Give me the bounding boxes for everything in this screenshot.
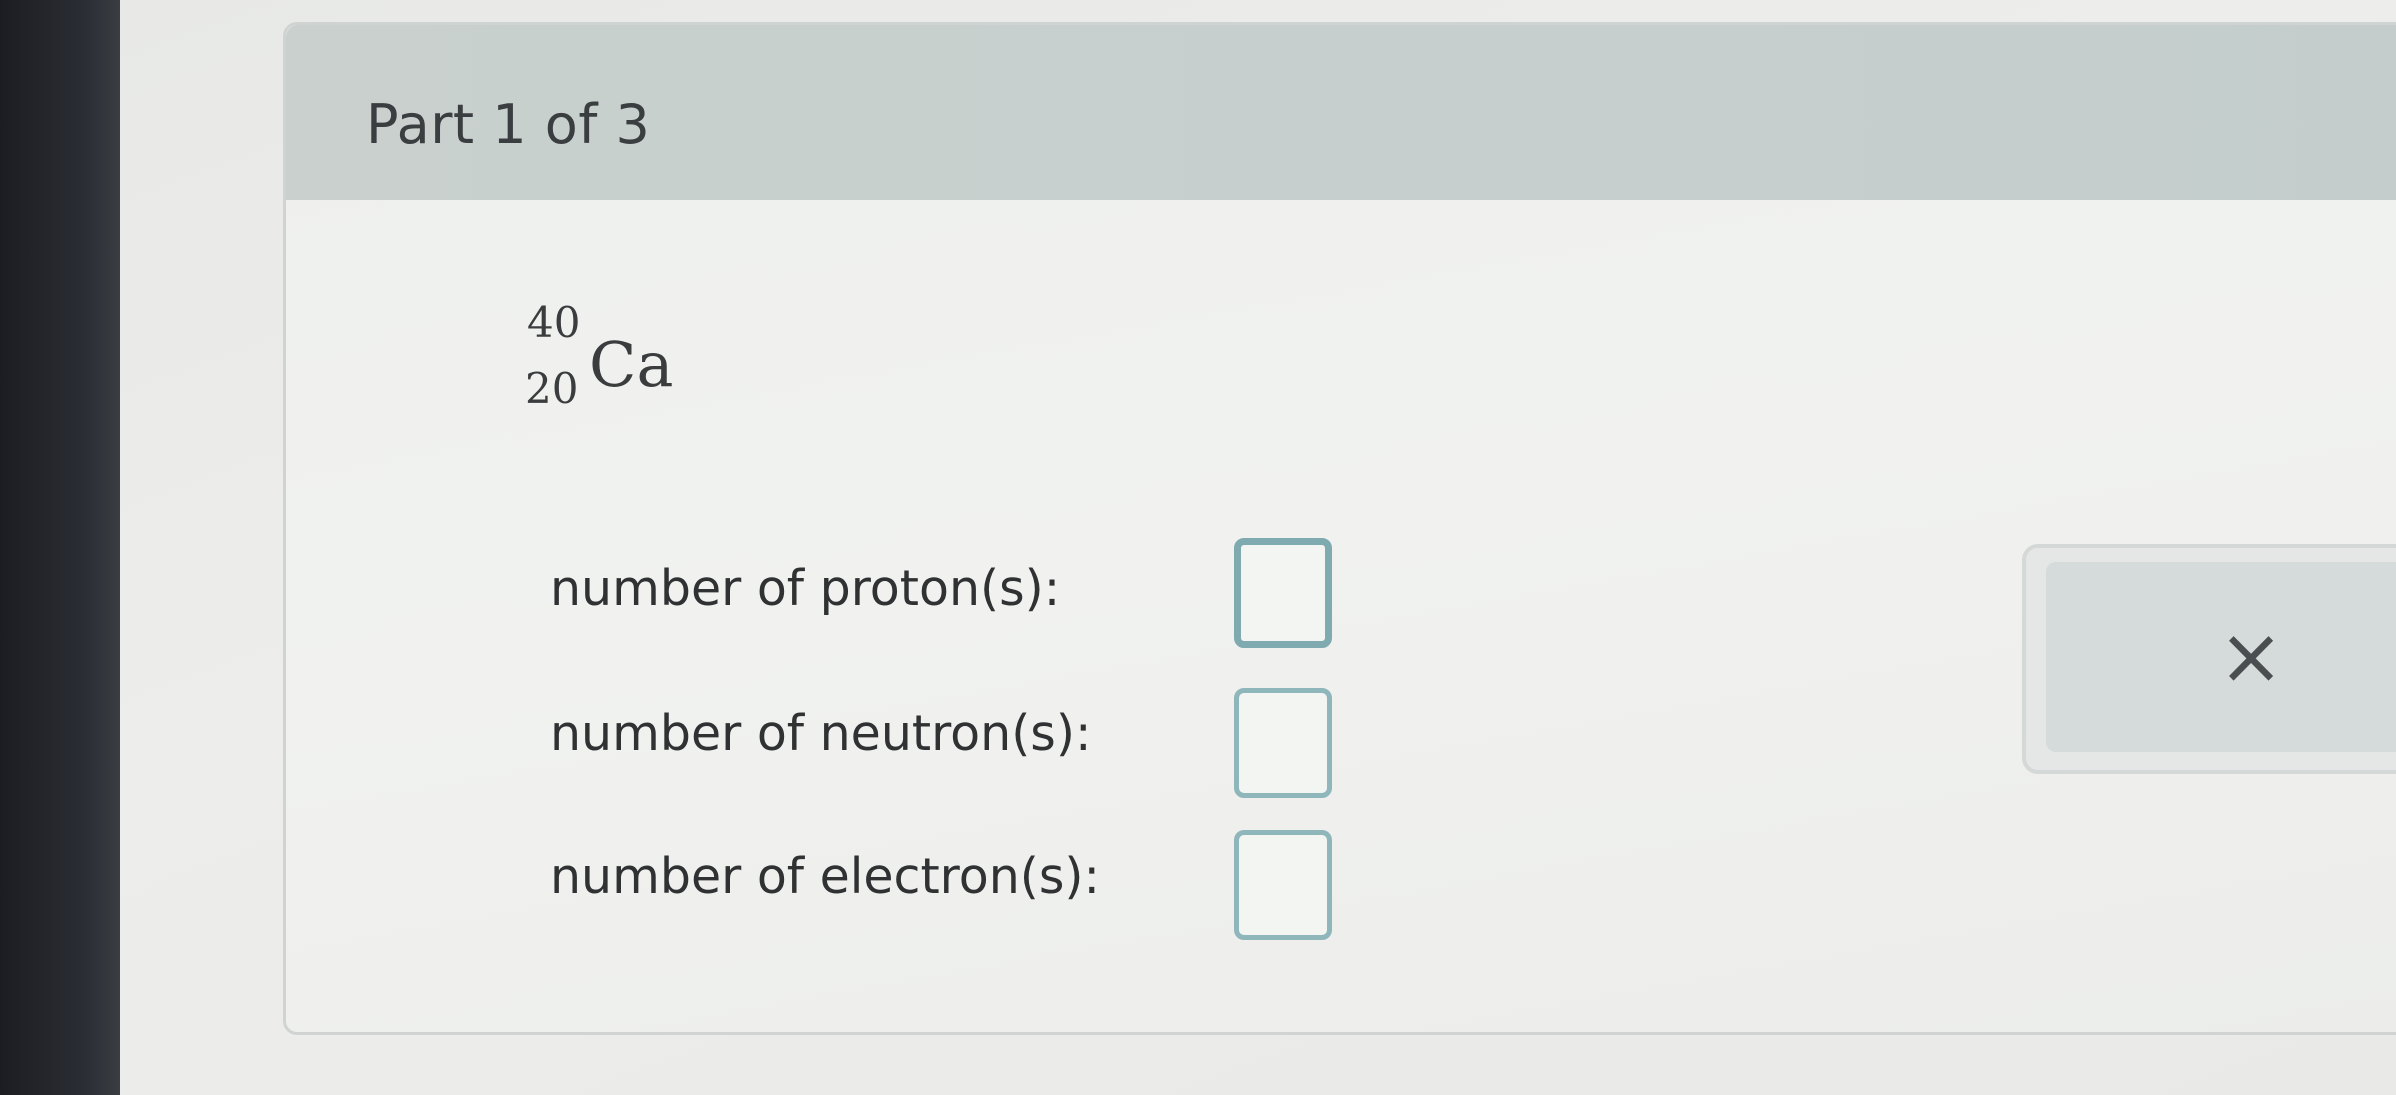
close-icon[interactable]: × [2196, 612, 2306, 702]
neutrons-input[interactable] [1234, 688, 1332, 798]
part-header: Part 1 of 3 [286, 25, 2396, 200]
protons-input[interactable] [1234, 538, 1332, 648]
answer-tools-inner: × [2046, 562, 2396, 752]
screen-bezel [0, 0, 120, 1095]
element-symbol: Ca [589, 328, 674, 401]
atomic-number: 20 [525, 364, 579, 413]
mass-number: 40 [527, 298, 581, 347]
protons-label: number of proton(s): [550, 560, 1061, 617]
neutrons-label: number of neutron(s): [550, 705, 1092, 762]
part-title: Part 1 of 3 [366, 93, 651, 156]
electrons-label: number of electron(s): [550, 848, 1101, 905]
electrons-input[interactable] [1234, 830, 1332, 940]
nuclide-notation: 40 20 Ca [525, 298, 685, 418]
answer-tools-panel: × [2022, 544, 2396, 774]
